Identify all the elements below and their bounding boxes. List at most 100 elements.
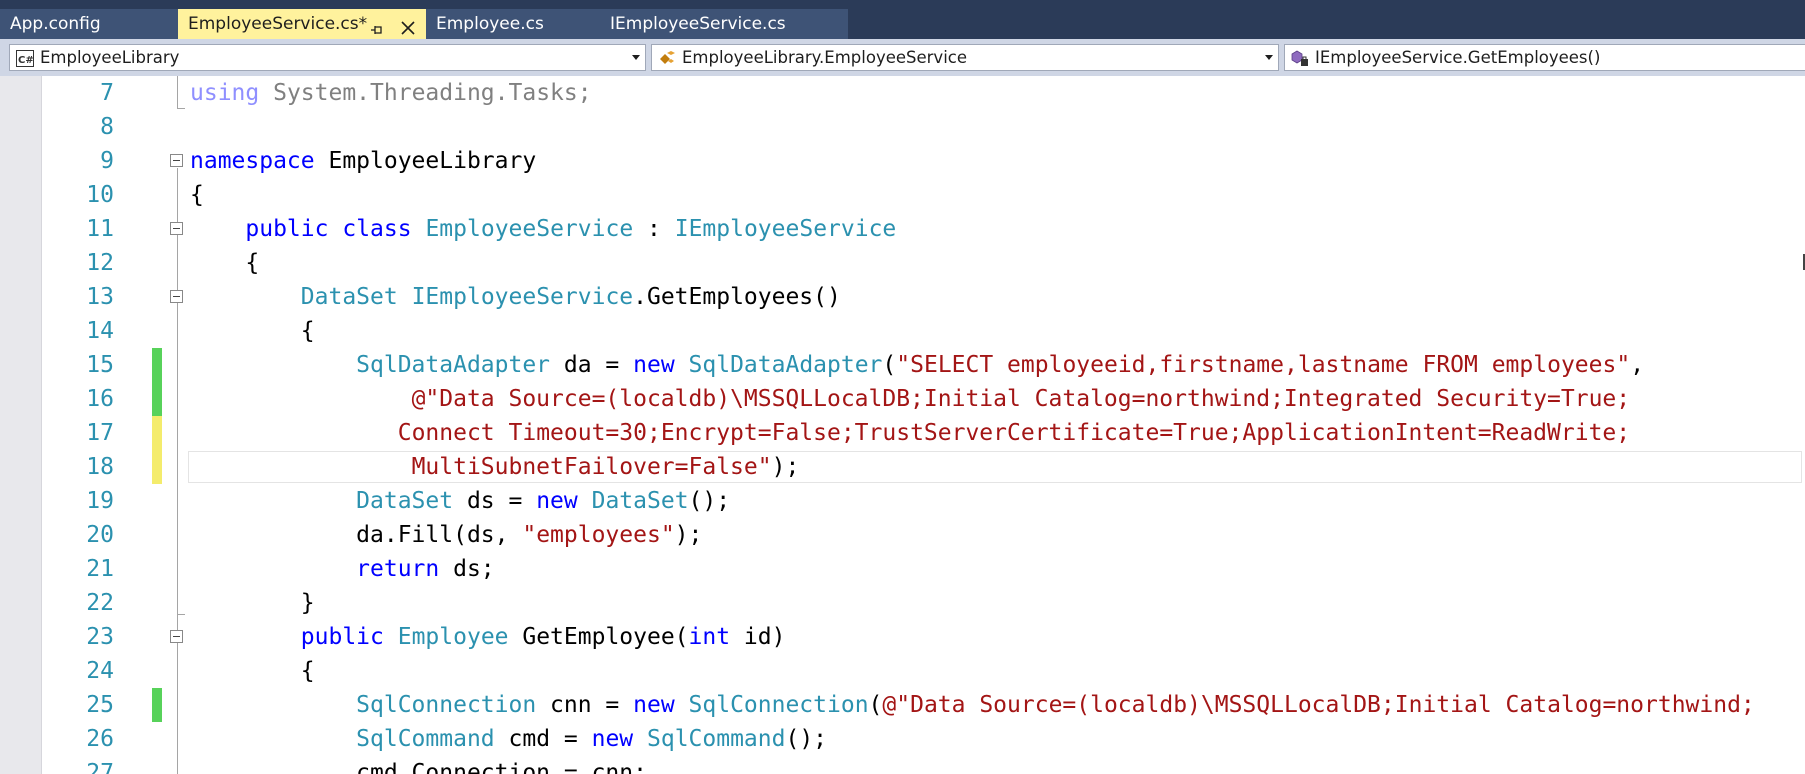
type-name: SqlConnection (356, 692, 537, 718)
line-number: 24 (86, 658, 114, 684)
indicator-margin (0, 76, 42, 774)
type-name: SqlCommand (356, 726, 495, 752)
type-name: DataSet (356, 488, 454, 514)
line-number: 10 (86, 182, 114, 208)
token: , (1630, 352, 1645, 378)
collapse-icon[interactable] (170, 630, 183, 643)
tab-label: EmployeeService.cs* (188, 14, 368, 34)
code-line[interactable]: { (190, 246, 259, 280)
pin-icon[interactable] (370, 17, 384, 34)
change-marker-unsaved (152, 416, 162, 450)
code-line[interactable]: public Employee GetEmployee(int id) (190, 620, 786, 654)
code-line[interactable]: DataSet ds = new DataSet(); (190, 484, 730, 518)
code-line[interactable]: SqlCommand cmd = new SqlCommand(); (190, 722, 827, 756)
change-marker-saved (152, 688, 162, 722)
member-dropdown[interactable]: IEmployeeService.GetEmployees() (1284, 44, 1805, 71)
csharp-project-icon: C# (16, 49, 34, 67)
project-name: EmployeeLibrary (40, 48, 180, 67)
token: (); (688, 488, 731, 514)
close-icon[interactable] (400, 16, 416, 35)
project-dropdown[interactable]: C# EmployeeLibrary (9, 44, 646, 71)
change-marker-unsaved (152, 450, 162, 484)
code-line[interactable]: da.Fill(ds, "employees"); (190, 518, 702, 552)
keyword: new (633, 352, 675, 378)
code-line[interactable]: SqlDataAdapter da = new SqlDataAdapter("… (190, 348, 1644, 382)
line-number: 17 (86, 420, 114, 446)
token: cmd = (494, 726, 592, 752)
line-number: 19 (86, 488, 114, 514)
type-dropdown[interactable]: EmployeeLibrary.EmployeeService (651, 44, 1279, 71)
type-name: DataSet (300, 284, 398, 310)
keyword: class (342, 216, 412, 242)
line-number: 7 (100, 80, 114, 106)
type-name: IEmployeeService (411, 284, 634, 310)
tab-employee[interactable]: Employee.cs (426, 9, 604, 39)
type-name: SqlDataAdapter (688, 352, 883, 378)
code-line[interactable]: public class EmployeeService : IEmployee… (190, 212, 896, 246)
code-line[interactable]: { (190, 654, 315, 688)
code-line[interactable]: { (190, 178, 204, 212)
token: .GetEmployees() (633, 284, 841, 310)
line-number: 26 (86, 726, 114, 752)
code-editor[interactable]: 7 8 9 10 11 12 13 14 15 16 17 18 19 20 2… (0, 76, 1805, 774)
token: ( (882, 352, 897, 378)
line-number: 13 (86, 284, 114, 310)
token: cmd.Connection = cnn; (190, 760, 647, 774)
code-line[interactable]: @"Data Source=(localdb)\MSSQLLocalDB;Ini… (190, 382, 1631, 416)
token: da.Fill(ds, (190, 522, 523, 548)
line-number: 12 (86, 250, 114, 276)
collapse-icon[interactable] (170, 290, 183, 303)
line-number: 11 (86, 216, 114, 242)
token: EmployeeLibrary (314, 148, 537, 174)
type-name: IEmployeeService (674, 216, 897, 242)
tab-label: App.config (10, 14, 101, 34)
string-literal: "employees" (522, 522, 675, 548)
keyword: new (536, 488, 578, 514)
chevron-down-icon (632, 55, 640, 60)
class-icon (658, 49, 676, 66)
token: GetEmployee( (508, 624, 689, 650)
code-line[interactable]: SqlConnection cnn = new SqlConnection(@"… (190, 688, 1755, 722)
code-line[interactable]: Connect Timeout=30;Encrypt=False;TrustSe… (190, 416, 1630, 450)
tab-employeeservice[interactable]: EmployeeService.cs* (178, 9, 426, 39)
type-name: DataSet (591, 488, 689, 514)
code-line[interactable]: DataSet IEmployeeService.GetEmployees() (190, 280, 841, 314)
code-line[interactable]: MultiSubnetFailover=False"); (190, 450, 800, 484)
code-line[interactable]: return ds; (190, 552, 494, 586)
token: { (190, 182, 204, 208)
code-line[interactable]: { (190, 314, 315, 348)
type-name: SqlConnection (688, 692, 869, 718)
code-line[interactable]: cmd.Connection = cnn; (190, 756, 647, 774)
collapse-icon[interactable] (170, 154, 183, 167)
code-line[interactable]: namespace EmployeeLibrary (190, 144, 536, 178)
token: ( (868, 692, 883, 718)
token: : (633, 216, 675, 242)
string-literal: @"Data Source=(localdb)\MSSQLLocalDB;Ini… (882, 692, 1755, 718)
keyword: new (633, 692, 675, 718)
tab-iemployeeservice[interactable]: IEmployeeService.cs (604, 9, 848, 39)
navigation-bar: C# EmployeeLibrary EmployeeLibrary.Emplo… (0, 39, 1805, 76)
document-tab-strip: App.config EmployeeService.cs* Employee.… (0, 0, 1805, 39)
line-number: 14 (86, 318, 114, 344)
code-line[interactable]: } (190, 586, 315, 620)
line-number: 23 (86, 624, 114, 650)
type-name: EmployeeLibrary.EmployeeService (682, 48, 968, 67)
svg-text:C#: C# (18, 55, 34, 66)
tab-app-config[interactable]: App.config (0, 9, 178, 39)
type-name: SqlCommand (647, 726, 786, 752)
token: (); (785, 726, 828, 752)
collapse-icon[interactable] (170, 222, 183, 235)
code-line[interactable]: using System.Threading.Tasks; (190, 76, 592, 110)
token: id) (730, 624, 786, 650)
